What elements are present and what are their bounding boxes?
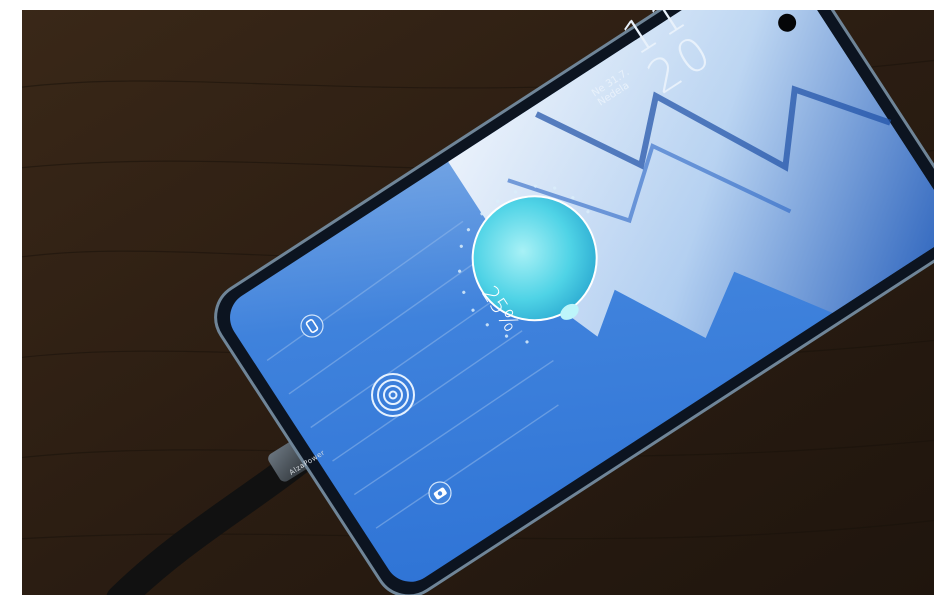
frame-left xyxy=(0,0,22,599)
photo-scene: 11 20 Ne 31.7. Nedela 25% AlzaPower xyxy=(0,0,938,599)
phone-icon[interactable] xyxy=(300,314,324,338)
frame-top xyxy=(0,0,938,10)
frame-bottom xyxy=(0,595,938,599)
fingerprint-icon[interactable] xyxy=(370,372,416,418)
photo-svg xyxy=(0,0,938,599)
frame-right xyxy=(934,0,938,599)
camera-icon[interactable] xyxy=(428,481,452,505)
